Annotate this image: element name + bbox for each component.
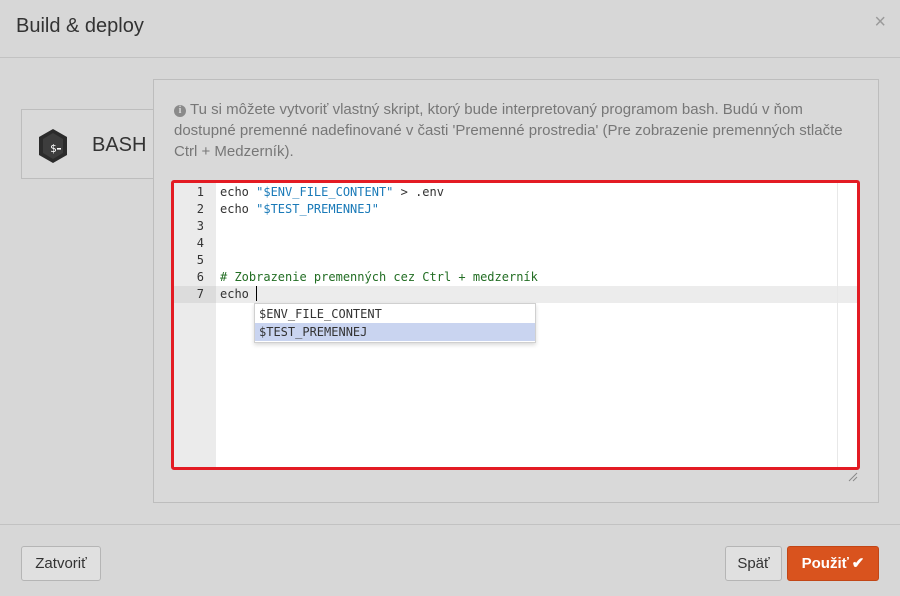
code-line-2: echo "$TEST_PREMENNEJ" [220, 201, 379, 218]
line-number: 6 [196, 270, 204, 284]
code-token: echo [220, 202, 257, 216]
help-text-content: Tu si môžete vytvoriť vlastný skript, kt… [174, 101, 843, 160]
code-comment: # Zobrazenie premenných cez Ctrl + medze… [220, 270, 538, 284]
check-icon: ✔ [851, 555, 865, 572]
line-number: 1 [196, 185, 204, 199]
code-string: "$ENV_FILE_CONTENT" [256, 185, 394, 199]
code-line-6: # Zobrazenie premenných cez Ctrl + medze… [220, 269, 538, 286]
apply-button[interactable]: Použiť ✔ [787, 546, 879, 581]
build-deploy-modal: Build & deploy × $ BASH i Tu si môžete vy… [0, 0, 900, 596]
script-panel: i Tu si môžete vytvoriť vlastný skript, k… [153, 79, 879, 503]
code-line-1: echo "$ENV_FILE_CONTENT" > .env [220, 184, 444, 201]
code-line-7: echo [220, 286, 258, 303]
resize-handle-icon[interactable] [848, 472, 858, 482]
line-number: 4 [196, 236, 204, 250]
modal-header: Build & deploy × [0, 0, 900, 58]
autocomplete-item-selected[interactable]: $TEST_PREMENNEJ [255, 323, 535, 341]
text-cursor [256, 286, 258, 301]
close-button[interactable]: Zatvoriť [21, 546, 101, 581]
modal-title: Build & deploy [16, 15, 144, 37]
bash-terminal-icon: $ [39, 129, 67, 163]
modal-footer: Zatvoriť Späť Použiť ✔ [0, 524, 900, 596]
line-number: 3 [196, 219, 204, 233]
tab-bash[interactable]: $ BASH [21, 109, 154, 179]
active-line-highlight [174, 286, 857, 303]
code-token: echo [220, 287, 257, 301]
back-button[interactable]: Späť [725, 546, 782, 581]
line-number: 5 [196, 253, 204, 267]
svg-text:$: $ [50, 142, 57, 155]
help-text: i Tu si môžete vytvoriť vlastný skript, k… [174, 99, 864, 162]
close-icon[interactable]: × [874, 11, 886, 34]
info-icon: i [174, 105, 186, 117]
code-string: "$TEST_PREMENNEJ" [256, 202, 379, 216]
print-margin [837, 183, 838, 467]
apply-label: Použiť [801, 555, 849, 572]
code-token: echo [220, 185, 257, 199]
tab-label: BASH [92, 134, 147, 156]
modal-body: $ BASH i Tu si môžete vytvoriť vlastný sk… [0, 59, 900, 525]
autocomplete-popup: $ENV_FILE_CONTENT $TEST_PREMENNEJ [254, 303, 536, 343]
code-editor[interactable]: 1 2 3 4 5 6 7 echo "$ENV_FILE_CONTENT" >… [171, 180, 860, 470]
code-token: > .env [393, 185, 444, 199]
autocomplete-item[interactable]: $ENV_FILE_CONTENT [255, 305, 535, 323]
line-number: 2 [196, 202, 204, 216]
line-number: 7 [196, 287, 204, 301]
